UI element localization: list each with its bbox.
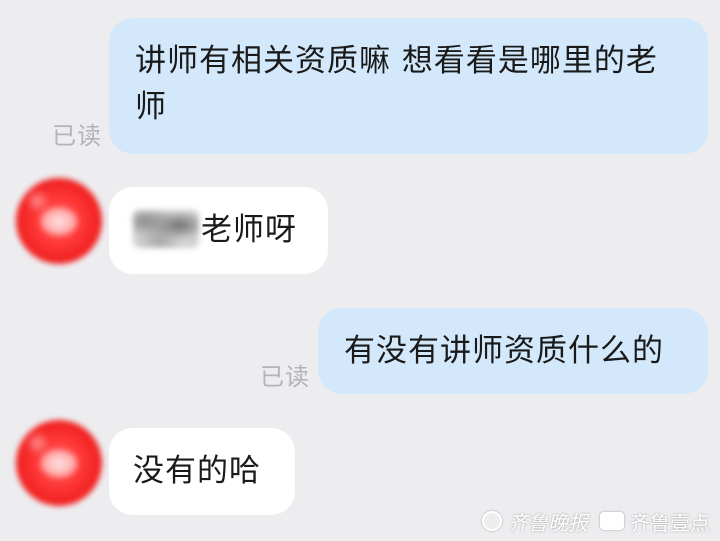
read-status: 已读 bbox=[52, 122, 102, 150]
message-text: 讲师有相关资质嘛 想看看是哪里的老师 bbox=[135, 43, 658, 125]
app-logo-icon bbox=[600, 512, 624, 530]
redacted-name-image bbox=[133, 209, 199, 248]
watermark-publisher: 齐鲁晚报 bbox=[508, 510, 588, 535]
message-bubble-incoming[interactable]: 没有的哈 bbox=[109, 428, 295, 515]
message-bubble-incoming[interactable]: 老师呀 bbox=[109, 187, 328, 274]
message-text: 有没有讲师资质什么的 bbox=[344, 333, 664, 369]
watermark-app: 齐鲁壹点 bbox=[630, 510, 710, 535]
message-text: 没有的哈 bbox=[133, 453, 261, 489]
message-bubble-outgoing[interactable]: 有没有讲师资质什么的 bbox=[318, 308, 708, 394]
read-status: 已读 bbox=[260, 363, 310, 391]
contact-avatar[interactable] bbox=[16, 420, 102, 506]
message-text: 老师呀 bbox=[201, 212, 297, 248]
contact-avatar[interactable] bbox=[16, 178, 102, 264]
publisher-logo-icon bbox=[482, 511, 502, 531]
watermark: 齐鲁晚报 齐鲁壹点 bbox=[482, 509, 710, 535]
chat-message-list[interactable]: 讲师有相关资质嘛 想看看是哪里的老师 已读 老师呀 有没有讲师资质什么的 已读 … bbox=[0, 0, 720, 541]
message-bubble-outgoing[interactable]: 讲师有相关资质嘛 想看看是哪里的老师 bbox=[109, 18, 708, 154]
